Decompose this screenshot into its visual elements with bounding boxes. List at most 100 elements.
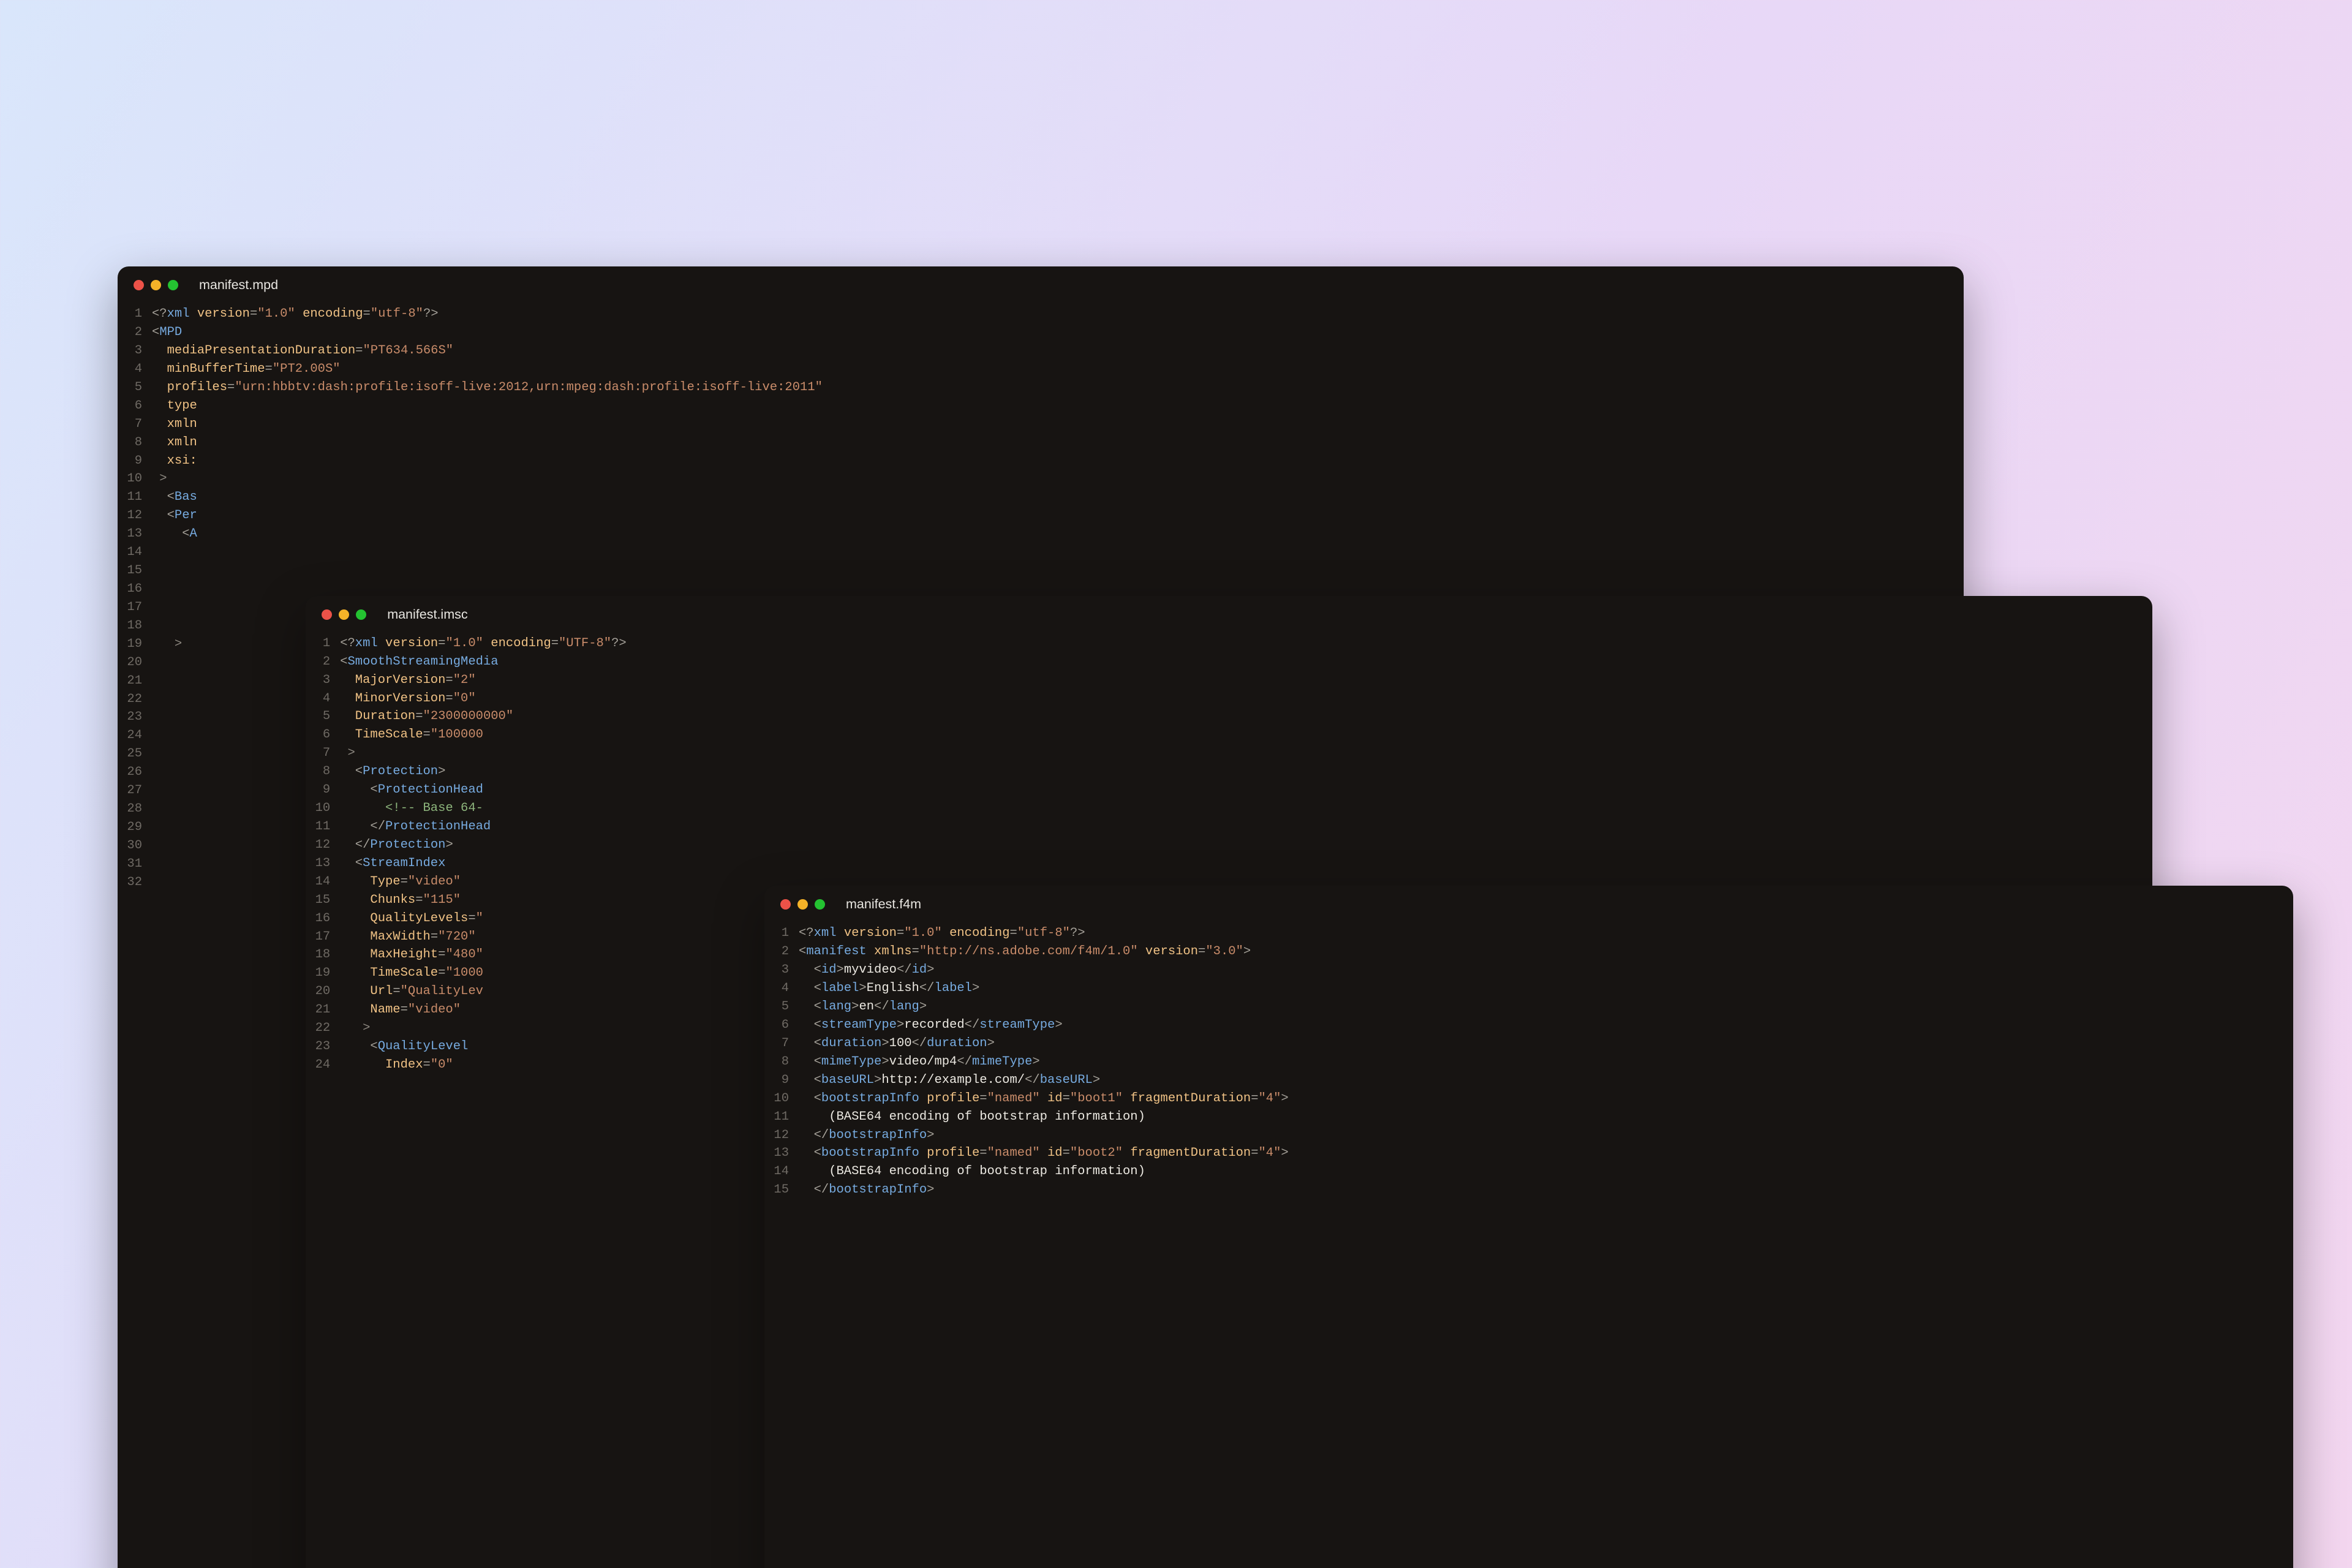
code-line[interactable]: <bootstrapInfo profile="named" id="boot1… (799, 1090, 2293, 1108)
code-line[interactable] (152, 562, 1964, 580)
token-txt: http://example.com/ (881, 1073, 1025, 1087)
line-number: 16 (118, 580, 142, 598)
code-line[interactable]: <SmoothStreamingMedia (340, 653, 2152, 671)
token-txt (152, 600, 159, 614)
token-pnc: < (799, 1018, 821, 1032)
code-line[interactable]: <bootstrapInfo profile="named" id="boot2… (799, 1144, 2293, 1163)
line-number: 7 (306, 744, 330, 763)
line-number: 14 (764, 1163, 789, 1181)
token-tag: Bas (175, 490, 197, 504)
code-line[interactable]: <A (152, 525, 1964, 543)
close-icon[interactable] (322, 609, 332, 620)
code-line[interactable]: <Protection> (340, 763, 2152, 781)
code-line[interactable]: </bootstrapInfo> (799, 1126, 2293, 1145)
token-pnc: > (851, 1000, 859, 1014)
line-number: 9 (118, 452, 142, 470)
code-line[interactable]: </ProtectionHead (340, 818, 2152, 836)
minimize-icon[interactable] (339, 609, 349, 620)
code-line[interactable]: TimeScale="100000 (340, 726, 2152, 744)
zoom-icon[interactable] (356, 609, 366, 620)
code-line[interactable] (152, 543, 1964, 562)
code-line[interactable]: <ProtectionHead (340, 781, 2152, 799)
code-line[interactable]: profiles="urn:hbbtv:dash:profile:isoff-l… (152, 379, 1964, 397)
code-line[interactable]: <StreamIndex (340, 854, 2152, 873)
window-title: manifest.imsc (387, 607, 467, 622)
token-pnc: </ (340, 820, 385, 834)
token-pnc: = (1198, 944, 1205, 959)
code-line[interactable]: <?xml version="1.0" encoding="utf-8"?> (799, 924, 2293, 943)
code-line[interactable]: xmln (152, 434, 1964, 452)
token-cmt: <!-- Base 64- (340, 801, 483, 815)
code-area[interactable]: <?xml version="1.0" encoding="utf-8"?><m… (799, 924, 2293, 1199)
minimize-icon[interactable] (151, 280, 161, 290)
code-editor[interactable]: 123456789101112131415 <?xml version="1.0… (764, 918, 2293, 1199)
token-str: "video" (408, 1003, 461, 1017)
code-line[interactable]: </bootstrapInfo> (799, 1181, 2293, 1199)
token-str: "4" (1259, 1146, 1281, 1160)
code-line[interactable]: <Per (152, 507, 1964, 525)
zoom-icon[interactable] (168, 280, 178, 290)
token-txt (152, 765, 159, 779)
code-line[interactable]: (BASE64 encoding of bootstrap informatio… (799, 1108, 2293, 1126)
token-pnc: < (152, 490, 175, 504)
code-line[interactable]: MajorVersion="2" (340, 671, 2152, 690)
code-line[interactable]: <?xml version="1.0" encoding="UTF-8"?> (340, 635, 2152, 653)
code-line[interactable]: > (340, 744, 2152, 763)
token-tag: baseURL (1040, 1073, 1093, 1087)
code-line[interactable]: (BASE64 encoding of bootstrap informatio… (799, 1163, 2293, 1181)
code-line[interactable]: <Bas (152, 488, 1964, 507)
minimize-icon[interactable] (797, 899, 808, 910)
token-str: "http://ns.adobe.com/f4m/1.0" (919, 944, 1138, 959)
token-pnc: > (438, 764, 445, 778)
line-number: 28 (118, 800, 142, 818)
line-number: 1 (764, 924, 789, 943)
code-line[interactable]: minBufferTime="PT2.00S" (152, 360, 1964, 379)
code-line[interactable]: Duration="2300000000" (340, 707, 2152, 726)
token-pnc: <? (799, 926, 814, 940)
code-line[interactable]: type (152, 397, 1964, 415)
code-line[interactable]: xmln (152, 415, 1964, 434)
token-tag: ProtectionHead (385, 820, 491, 834)
code-line[interactable]: <MPD (152, 323, 1964, 342)
code-line[interactable]: <id>myvideo</id> (799, 961, 2293, 979)
line-number: 3 (118, 342, 142, 360)
token-pnc: < (799, 1146, 821, 1160)
code-line[interactable]: mediaPresentationDuration="PT634.566S" (152, 342, 1964, 360)
editor-window-f4m[interactable]: manifest.f4m 123456789101112131415 <?xml… (764, 886, 2293, 1568)
code-line[interactable]: <manifest xmlns="http://ns.adobe.com/f4m… (799, 943, 2293, 961)
code-line[interactable]: <lang>en</lang> (799, 998, 2293, 1016)
token-tag: lang (889, 1000, 919, 1014)
token-str: "urn:hbbtv:dash:profile:isoff-live:2012,… (235, 380, 823, 394)
token-pnc: ?> (1070, 926, 1085, 940)
line-number: 24 (118, 726, 142, 745)
line-number: 10 (118, 470, 142, 488)
code-line[interactable]: <duration>100</duration> (799, 1035, 2293, 1053)
code-line[interactable]: <?xml version="1.0" encoding="utf-8"?> (152, 305, 1964, 323)
code-line[interactable]: > (152, 470, 1964, 488)
token-pnc: < (340, 764, 363, 778)
code-line[interactable]: </Protection> (340, 836, 2152, 854)
token-pnc: > (881, 1036, 889, 1050)
code-line[interactable]: <baseURL>http://example.com/</baseURL> (799, 1071, 2293, 1090)
zoom-icon[interactable] (815, 899, 825, 910)
token-tag: streamType (821, 1018, 897, 1032)
line-number: 22 (118, 690, 142, 709)
code-line[interactable]: xsi: (152, 452, 1964, 470)
code-line[interactable]: <mimeType>video/mp4</mimeType> (799, 1053, 2293, 1071)
code-line[interactable]: <label>English</label> (799, 979, 2293, 998)
close-icon[interactable] (134, 280, 144, 290)
token-pnc: > (927, 1183, 934, 1197)
close-icon[interactable] (780, 899, 791, 910)
token-attr: fragmentDuration (1123, 1091, 1251, 1106)
line-number: 1 (306, 635, 330, 653)
code-line[interactable]: MinorVersion="0" (340, 690, 2152, 708)
token-pnc: = (438, 948, 445, 962)
token-tag: MPD (159, 325, 182, 339)
token-tag: Protection (363, 764, 438, 778)
code-line[interactable]: <streamType>recorded</streamType> (799, 1016, 2293, 1035)
token-str: "boot2" (1070, 1146, 1123, 1160)
token-txt (152, 839, 159, 853)
token-attr: QualityLevels (340, 911, 468, 925)
code-line[interactable]: <!-- Base 64- (340, 799, 2152, 818)
token-pnc: </ (874, 1000, 889, 1014)
